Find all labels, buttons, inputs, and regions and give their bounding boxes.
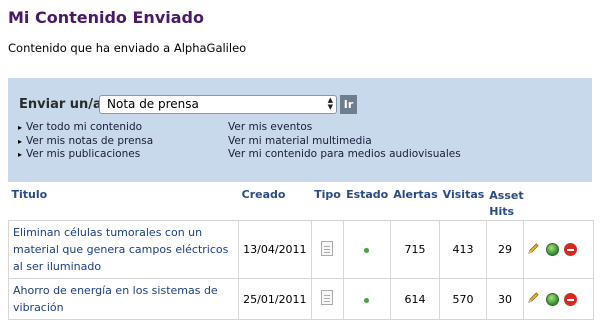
link-view-events[interactable]: Ver mis eventos [228,121,461,135]
row-title-link[interactable]: Ahorro de energía en los sistemas de vib… [7,278,240,320]
row-visits: 570 [439,278,487,320]
row-created: 13/04/2011 [238,220,312,279]
row-asset-hits: 29 [485,220,525,279]
col-header-asset-hits[interactable]: Asset Hits [486,183,523,221]
link-view-press-releases[interactable]: Ver mis notas de prensa [18,135,153,149]
send-type-label: Enviar un/a [19,97,102,112]
document-icon [321,240,334,256]
col-header-type[interactable]: Tipo [311,183,343,221]
row-alerts: 715 [389,220,441,279]
col-header-alerts[interactable]: Alertas [390,183,439,221]
row-visits: 413 [439,220,487,279]
link-view-all-content[interactable]: Ver todo mi contenido [18,121,153,135]
content-type-select-value: Nota de prensa [107,97,199,111]
row-asset-hits: 30 [485,278,525,320]
publish-globe-icon[interactable] [545,243,559,256]
go-button[interactable]: Ir [340,95,357,114]
page-subtitle: Contenido que ha enviado a AlphaGalileo [8,41,247,55]
row-actions [523,220,594,279]
link-view-multimedia[interactable]: Ver mi material multimedia [228,135,461,149]
table-row: Ahorro de energía en los sistemas de vib… [7,278,594,320]
delete-icon[interactable] [564,243,578,256]
row-alerts: 614 [389,278,441,320]
delete-icon[interactable] [564,292,578,306]
page-title: Mi Contenido Enviado [8,8,204,27]
links-left: Ver todo mi contenido Ver mis notas de p… [18,121,153,162]
edit-pencil-icon[interactable] [527,242,540,258]
send-content-panel: Enviar un/a Nota de prensa ▲▼ Ir Ver tod… [8,78,592,182]
col-header-created[interactable]: Creado [239,183,311,221]
row-title-link[interactable]: Eliminan células tumorales con un materi… [7,220,240,279]
col-header-visits[interactable]: Visitas [440,183,487,221]
content-type-select[interactable]: Nota de prensa ▲ ▼ [99,95,337,114]
green-dot-icon [364,248,370,253]
col-header-status[interactable]: Estado [343,183,390,221]
content-table: Titulo Creado Tipo Estado Alertas Visita… [7,183,594,320]
document-icon [321,290,334,305]
select-arrows-icon: ▲ ▼ [327,96,333,111]
links-right: Ver mis eventos Ver mi material multimed… [228,121,461,162]
col-header-actions [524,183,594,221]
table-header-row: Titulo Creado Tipo Estado Alertas Visita… [9,183,594,221]
link-view-publications[interactable]: Ver mis publicaciones [18,148,153,162]
green-dot-icon [364,297,370,303]
col-header-title[interactable]: Titulo [9,183,239,221]
row-created: 25/01/2011 [238,278,312,320]
edit-pencil-icon[interactable] [527,291,540,307]
table-row: Eliminan células tumorales con un materi… [7,220,594,279]
link-view-audiovisual[interactable]: Ver mi contenido para medios audiovisual… [228,148,461,162]
publish-globe-icon[interactable] [545,292,559,306]
row-actions [523,278,594,320]
